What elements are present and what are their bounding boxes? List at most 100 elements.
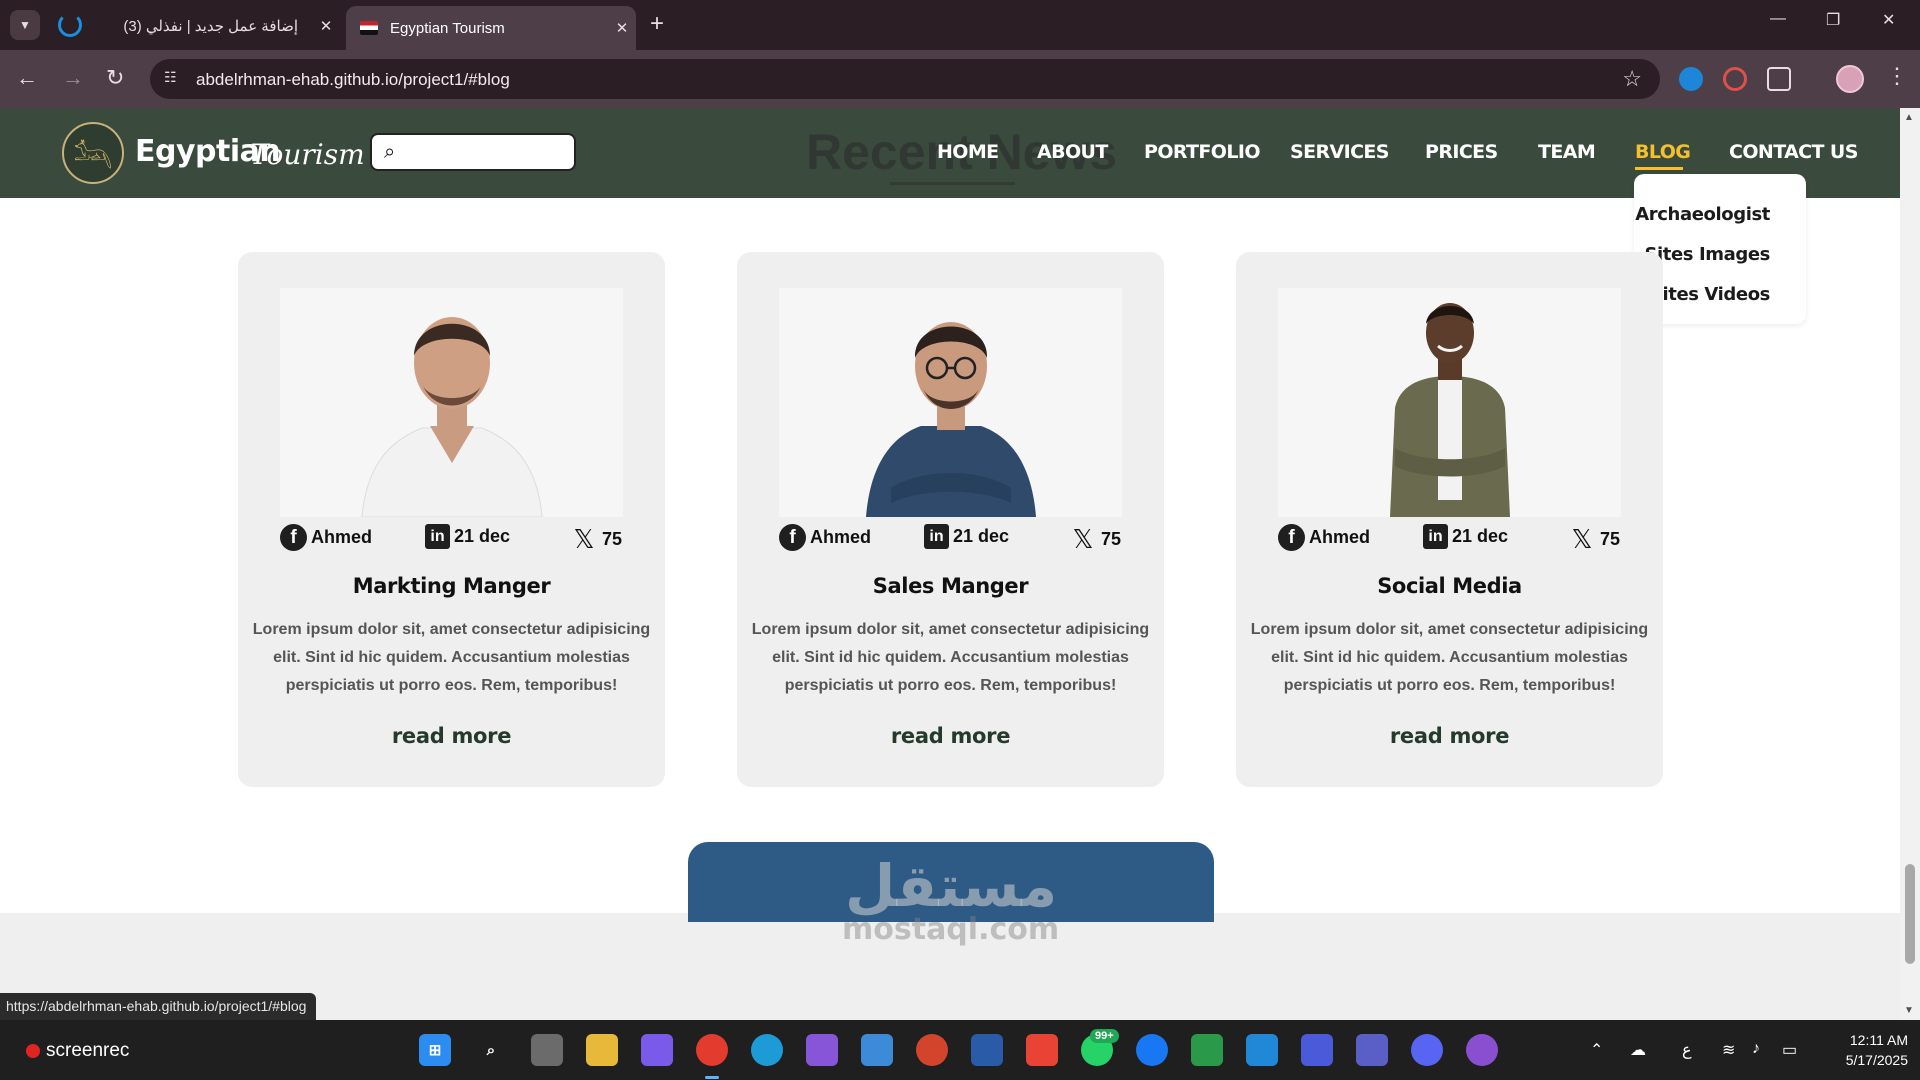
pinned-app-icon[interactable] <box>58 13 82 37</box>
read-more-link[interactable]: read more <box>238 724 665 748</box>
meta-date[interactable]: in 21 dec <box>924 524 1009 549</box>
file-explorer-icon[interactable] <box>586 1034 618 1066</box>
facebook-icon[interactable]: f <box>779 524 806 551</box>
close-icon[interactable]: ✕ <box>312 17 340 35</box>
powerpoint-icon[interactable] <box>916 1034 948 1066</box>
bookmark-star-icon[interactable]: ☆ <box>1622 66 1642 92</box>
x-twitter-icon[interactable]: 𝕏 <box>1568 524 1596 555</box>
card-title: Markting Manger <box>352 574 551 598</box>
screenrec-label: screenrec <box>46 1040 130 1061</box>
read-more-link[interactable]: read more <box>737 724 1164 748</box>
search-icon[interactable]: ⌕ <box>384 141 395 164</box>
meta-date[interactable]: in 21 dec <box>425 524 510 549</box>
nav-team[interactable]: TEAM <box>1538 141 1596 163</box>
task-view-icon[interactable] <box>531 1034 563 1066</box>
x-twitter-icon[interactable]: 𝕏 <box>570 524 598 555</box>
x-twitter-icon[interactable]: 𝕏 <box>1069 524 1097 555</box>
chevron-up-icon[interactable]: ⌃ <box>1590 1040 1603 1060</box>
card-body: Lorem ipsum dolor sit, amet consectetur … <box>1250 621 1649 694</box>
plus-icon[interactable]: + <box>650 12 664 36</box>
nav-contact-us[interactable]: CONTACT US <box>1729 141 1858 163</box>
battery-icon[interactable]: ▭ <box>1782 1040 1797 1060</box>
gmail-icon[interactable] <box>1026 1034 1058 1066</box>
discord-icon[interactable] <box>1411 1034 1443 1066</box>
nav-blog[interactable]: BLOG <box>1635 141 1691 163</box>
mail-icon[interactable] <box>861 1034 893 1066</box>
extension-icon[interactable] <box>1723 67 1747 91</box>
visual-studio-icon[interactable] <box>806 1034 838 1066</box>
scroll-up-arrow-icon[interactable]: ▲ <box>1904 112 1914 123</box>
anubis-logo-icon[interactable]: 𓃢 <box>62 122 124 184</box>
wifi-icon[interactable]: ≋ <box>1722 1040 1735 1060</box>
blog-card: f Ahmed in 21 dec 𝕏 75 Markting Manger L… <box>238 252 665 787</box>
puzzle-icon[interactable] <box>1767 67 1791 91</box>
linkedin-icon[interactable]: in <box>1423 524 1448 549</box>
dropdown-item-sites-videos[interactable]: Sites Videos <box>1650 284 1770 305</box>
browser-tab-inactive[interactable]: (3) إضافة عمل جديد | نفذلي ✕ <box>100 6 340 46</box>
close-window-icon[interactable]: ✕ <box>1882 10 1895 30</box>
windows-taskbar: screenrec ⊞ ⌕ 99+ ⌃ ☁ ع ≋ ♪ ▭ 12:11 AM 5… <box>0 1020 1920 1080</box>
address-bar[interactable]: ☷ abdelrhman-ehab.github.io/project1/#bl… <box>150 59 1660 99</box>
meta-date[interactable]: in 21 dec <box>1423 524 1508 549</box>
url-text[interactable]: abdelrhman-ehab.github.io/project1/#blog <box>196 70 510 90</box>
meet-icon[interactable] <box>1191 1034 1223 1066</box>
scroll-down-arrow-icon[interactable]: ▼ <box>1904 1005 1914 1016</box>
nav-prices[interactable]: PRICES <box>1425 141 1498 163</box>
card-meta: f Ahmed in 21 dec 𝕏 75 <box>737 524 1164 558</box>
vscode-icon[interactable] <box>1246 1034 1278 1066</box>
copilot-icon[interactable] <box>641 1034 673 1066</box>
dropdown-item-sites-images[interactable]: Sites Images <box>1644 244 1770 265</box>
record-dot-icon <box>26 1044 40 1058</box>
close-icon[interactable]: ✕ <box>608 19 636 37</box>
read-more-link[interactable]: read more <box>1236 724 1663 748</box>
windows-start-icon[interactable]: ⊞ <box>419 1034 451 1066</box>
profile-avatar[interactable] <box>1836 65 1864 93</box>
search-input[interactable] <box>416 141 566 165</box>
media-player-icon[interactable] <box>1301 1034 1333 1066</box>
extension-icon[interactable] <box>1679 67 1703 91</box>
scroll-thumb[interactable] <box>1905 864 1915 964</box>
reload-icon[interactable]: ↻ <box>106 65 124 91</box>
linkedin-icon[interactable]: in <box>924 524 949 549</box>
input-language[interactable]: ع <box>1682 1040 1692 1060</box>
teams-icon[interactable] <box>1356 1034 1388 1066</box>
site-header: 𓃢 Egyptian Tourism ⌕ Recent News HOME AB… <box>0 108 1900 324</box>
nav-home[interactable]: HOME <box>937 141 999 163</box>
back-arrow-icon[interactable]: ← <box>16 65 38 91</box>
site-info-icon[interactable]: ☷ <box>164 69 184 89</box>
page-scrollbar[interactable]: ▲ ▼ <box>1900 108 1920 1020</box>
forward-arrow-icon[interactable]: → <box>62 65 84 91</box>
nav-about[interactable]: ABOUT <box>1037 141 1108 163</box>
system-clock[interactable]: 12:11 AM 5/17/2025 <box>1808 1030 1908 1070</box>
word-icon[interactable] <box>971 1034 1003 1066</box>
volume-icon[interactable]: ♪ <box>1752 1040 1760 1058</box>
search-icon[interactable]: ⌕ <box>475 1034 507 1066</box>
search-box[interactable]: ⌕ <box>370 133 576 171</box>
linkedin-icon[interactable]: in <box>425 524 450 549</box>
meta-count[interactable]: 𝕏 75 <box>570 524 623 555</box>
facebook-icon[interactable] <box>1136 1034 1168 1066</box>
logo-script-text[interactable]: Tourism <box>250 138 365 171</box>
restore-icon[interactable]: ❐ <box>1826 10 1840 30</box>
edge-icon[interactable] <box>751 1034 783 1066</box>
nav-portfolio[interactable]: PORTFOLIO <box>1144 141 1260 163</box>
browser-tab-active[interactable]: Egyptian Tourism ✕ <box>346 6 636 50</box>
cloud-icon[interactable]: ☁ <box>1630 1040 1646 1060</box>
meta-count[interactable]: 𝕏 75 <box>1069 524 1122 555</box>
tab-search-button[interactable]: ▼ <box>10 10 40 40</box>
meta-count[interactable]: 𝕏 75 <box>1568 524 1621 555</box>
github-icon[interactable] <box>1466 1034 1498 1066</box>
card-body: Lorem ipsum dolor sit, amet consectetur … <box>751 621 1150 694</box>
minimize-icon[interactable]: — <box>1770 10 1786 28</box>
screenrec-widget[interactable]: screenrec <box>26 1040 129 1062</box>
facebook-icon[interactable]: f <box>1278 524 1305 551</box>
facebook-icon[interactable]: f <box>280 524 307 551</box>
meta-author[interactable]: f Ahmed <box>779 524 871 551</box>
meta-author[interactable]: f Ahmed <box>1278 524 1370 551</box>
nav-services[interactable]: SERVICES <box>1290 141 1389 163</box>
more-menu-icon[interactable]: ⋮ <box>1886 63 1908 89</box>
meta-author[interactable]: f Ahmed <box>280 524 372 551</box>
dropdown-item-archaeologist[interactable]: Archaeologist <box>1635 204 1770 225</box>
chrome-icon[interactable] <box>696 1034 728 1066</box>
watermark-latin: mostaql.com <box>842 912 1060 947</box>
